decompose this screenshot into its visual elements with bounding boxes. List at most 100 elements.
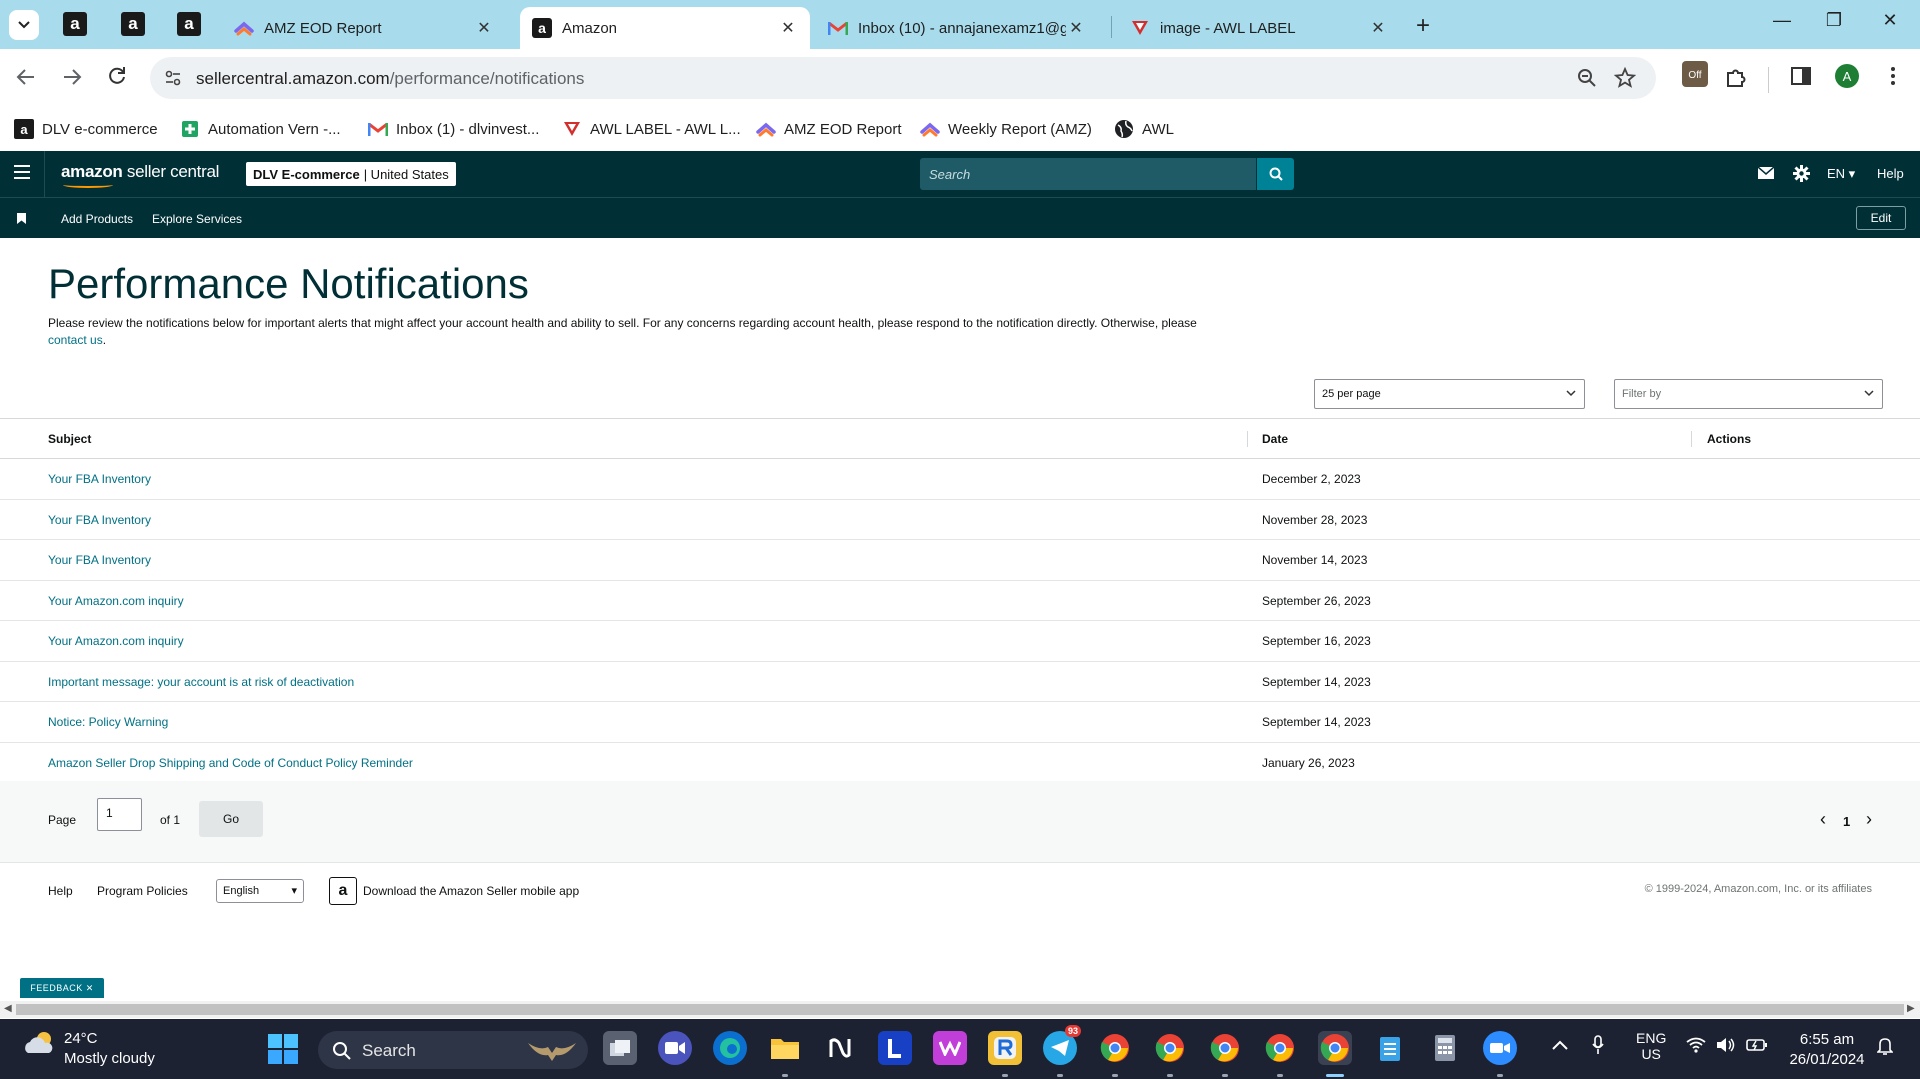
pinned-tab-amazon-2[interactable]: a	[121, 12, 145, 36]
chrome-icon-active[interactable]	[1318, 1031, 1352, 1065]
extensions-puzzle-icon[interactable]	[1724, 65, 1748, 94]
telegram-icon[interactable]: 93	[1043, 1025, 1082, 1065]
input-language[interactable]: ENG US	[1636, 1030, 1666, 1062]
tab-close-button[interactable]: ✕	[778, 18, 798, 38]
zoom-icon[interactable]	[1483, 1031, 1517, 1065]
windows-start-icon[interactable]	[268, 1034, 298, 1069]
edge-icon[interactable]	[713, 1031, 747, 1065]
horizontal-scrollbar[interactable]: ◀ ▶	[0, 1001, 1920, 1018]
notification-subject-link[interactable]: Your FBA Inventory	[48, 472, 151, 486]
notification-subject-link[interactable]: Important message: your account is at ri…	[48, 675, 354, 689]
notepad-icon[interactable]	[1373, 1031, 1407, 1065]
footer-program-policies-link[interactable]: Program Policies	[97, 884, 188, 898]
wps-icon[interactable]	[933, 1031, 967, 1065]
notification-subject-link[interactable]: Your Amazon.com inquiry	[48, 594, 184, 608]
task-view-icon[interactable]	[603, 1031, 637, 1065]
bookmark-weekly-report[interactable]: Weekly Report (AMZ)	[920, 119, 1092, 139]
notification-subject-link[interactable]: Your Amazon.com inquiry	[48, 634, 184, 648]
more-menu-icon[interactable]	[1890, 65, 1896, 92]
chrome-icon-2[interactable]	[1153, 1031, 1187, 1065]
window-close-button[interactable]: ✕	[1875, 10, 1905, 31]
amazon-seller-app-icon[interactable]: a	[329, 877, 357, 905]
battery-icon[interactable]	[1746, 1038, 1768, 1056]
extension-off-icon[interactable]: Off	[1682, 61, 1708, 87]
tab-amz-eod-report[interactable]: AMZ EOD Report ✕	[222, 7, 506, 49]
per-page-select[interactable]: 25 per page	[1314, 379, 1585, 409]
bookmark-automation-vern[interactable]: Automation Vern -...	[180, 119, 341, 139]
volume-icon[interactable]	[1716, 1037, 1736, 1057]
feedback-button[interactable]: FEEDBACK ✕	[20, 978, 104, 998]
chrome-icon-4[interactable]	[1263, 1031, 1297, 1065]
search-button[interactable]	[1257, 158, 1294, 190]
page-number-input[interactable]: 1	[97, 798, 142, 831]
l-app-icon[interactable]	[878, 1031, 912, 1065]
tab-gmail-inbox[interactable]: Inbox (10) - annajanexamz1@g ✕	[816, 7, 1098, 49]
chrome-icon-1[interactable]	[1098, 1031, 1132, 1065]
contact-us-link[interactable]: contact us	[48, 333, 103, 347]
prev-page-button[interactable]: ‹	[1820, 809, 1826, 830]
scroll-right-icon[interactable]: ▶	[1907, 1003, 1915, 1014]
notification-subject-link[interactable]: Notice: Policy Warning	[48, 715, 168, 729]
notification-subject-link[interactable]: Amazon Seller Drop Shipping and Code of …	[48, 756, 413, 770]
reload-icon[interactable]	[107, 66, 127, 92]
pinned-tab-amazon-3[interactable]: a	[177, 12, 201, 36]
seller-central-logo[interactable]: amazon seller central	[61, 162, 219, 188]
address-bar[interactable]: sellercentral.amazon.com/performance/not…	[150, 57, 1656, 99]
go-button[interactable]: Go	[199, 801, 263, 837]
bookmark-inbox-dlvinvest[interactable]: Inbox (1) - dlvinvest...	[368, 119, 539, 139]
new-tab-button[interactable]: +	[1416, 12, 1430, 40]
side-panel-icon[interactable]	[1790, 65, 1812, 92]
notion-n-icon[interactable]	[823, 1031, 857, 1065]
tab-search-dropdown[interactable]	[9, 10, 39, 40]
weather-widget[interactable]: 24°C Mostly cloudy	[22, 1029, 155, 1067]
teams-meet-icon[interactable]	[658, 1031, 692, 1065]
current-page[interactable]: 1	[1843, 814, 1850, 829]
gear-icon[interactable]	[1793, 165, 1810, 185]
forward-icon[interactable]	[62, 66, 82, 92]
footer-language-select[interactable]: English ▾	[216, 879, 304, 903]
scroll-left-icon[interactable]: ◀	[4, 1003, 12, 1014]
pinned-tab-amazon-1[interactable]: a	[63, 12, 87, 36]
edit-button[interactable]: Edit	[1856, 206, 1906, 230]
bookmark-dlv-ecommerce[interactable]: a DLV e-commerce	[14, 119, 158, 139]
back-icon[interactable]	[16, 66, 36, 92]
hamburger-menu-icon[interactable]	[14, 165, 30, 183]
bookmark-star-icon[interactable]	[1613, 66, 1637, 94]
tab-amazon[interactable]: a Amazon ✕	[520, 7, 810, 49]
tab-awl-label[interactable]: image - AWL LABEL ✕	[1118, 7, 1400, 49]
footer-help-link[interactable]: Help	[48, 884, 73, 898]
tab-close-button[interactable]: ✕	[1066, 18, 1086, 38]
download-app-link[interactable]: Download the Amazon Seller mobile app	[363, 884, 579, 898]
notification-subject-link[interactable]: Your FBA Inventory	[48, 513, 151, 527]
microphone-icon[interactable]	[1592, 1035, 1604, 1059]
profile-avatar[interactable]: A	[1835, 64, 1859, 88]
bookmark-icon[interactable]	[17, 211, 26, 229]
file-explorer-icon[interactable]	[768, 1031, 802, 1065]
notification-bell-icon[interactable]	[1876, 1036, 1894, 1060]
r-app-icon[interactable]	[988, 1031, 1022, 1065]
mail-icon[interactable]	[1757, 166, 1775, 182]
chrome-icon-3[interactable]	[1208, 1031, 1242, 1065]
next-page-button[interactable]: ›	[1866, 809, 1872, 830]
show-hidden-icons[interactable]	[1552, 1037, 1568, 1054]
bookmark-amz-eod-report[interactable]: AMZ EOD Report	[756, 119, 902, 139]
clock[interactable]: 6:55 am 26/01/2024	[1776, 1030, 1878, 1070]
language-menu[interactable]: EN ▾	[1827, 166, 1855, 182]
bookmark-awl-label[interactable]: AWL LABEL - AWL L...	[562, 119, 741, 139]
search-input[interactable]: Search	[920, 158, 1256, 190]
account-switcher[interactable]: DLV E-commerce | United States	[246, 162, 456, 186]
calculator-icon[interactable]	[1428, 1031, 1462, 1065]
nav-explore-services[interactable]: Explore Services	[152, 212, 242, 226]
tab-close-button[interactable]: ✕	[474, 18, 494, 38]
tab-close-button[interactable]: ✕	[1368, 18, 1388, 38]
wifi-icon[interactable]	[1686, 1037, 1706, 1057]
bookmark-awl[interactable]: AWL	[1114, 119, 1174, 139]
help-link[interactable]: Help	[1877, 166, 1904, 181]
taskbar-search[interactable]: Search	[318, 1031, 588, 1069]
nav-add-products[interactable]: Add Products	[61, 212, 133, 226]
minimize-button[interactable]: —	[1767, 10, 1797, 31]
zoom-icon[interactable]	[1576, 67, 1598, 94]
site-settings-icon[interactable]	[164, 69, 182, 92]
restore-button[interactable]: ❐	[1819, 10, 1849, 31]
filter-select[interactable]: Filter by	[1614, 379, 1883, 409]
